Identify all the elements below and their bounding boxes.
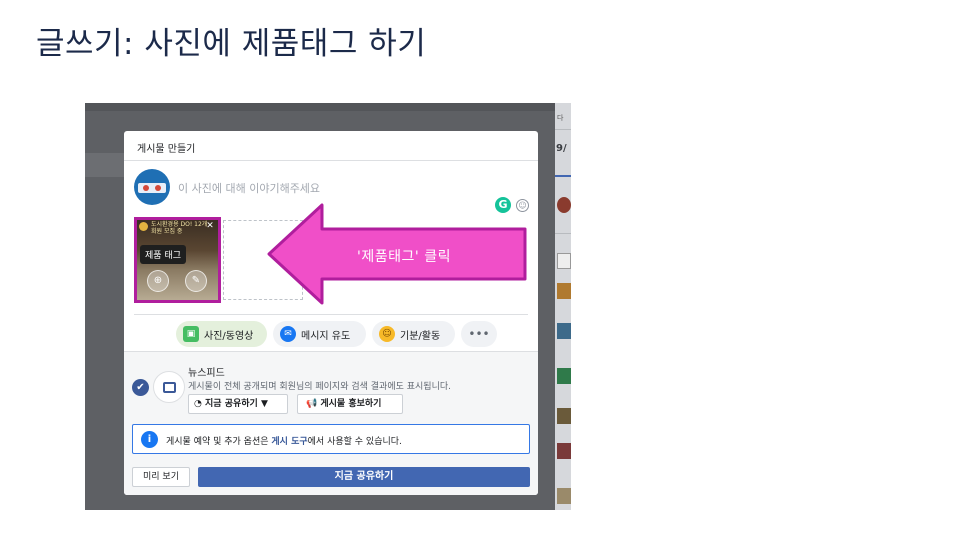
photo-highlight-box: 도시환경용 DO! 12개 회원 모집 중 ✕ 제품 태그 ⊕ ✎ [134, 217, 221, 303]
composer-input[interactable]: 이 사진에 대해 이야기해주세요 [178, 180, 320, 196]
message-prompt-label: 메시지 유도 [301, 330, 351, 342]
avatar-dot [143, 185, 149, 191]
info-text: 게시물 예약 및 추가 옵션은 게시 도구에서 사용할 수 있습니다. [166, 434, 402, 447]
info-text-after: 에서 사용할 수 있습니다. [307, 437, 402, 447]
photo-video-button[interactable]: ▣ 사진/동영상 [176, 321, 267, 347]
feeling-activity-button[interactable]: ☺ 기분/활동 [372, 321, 455, 347]
product-tag-tooltip: 제품 태그 [140, 245, 186, 264]
smiley-icon: ☺ [379, 326, 395, 342]
newsfeed-title: 뉴스피드 [188, 368, 225, 379]
messenger-icon: ✉ [280, 326, 296, 342]
photo-video-label: 사진/동영상 [204, 330, 254, 342]
info-icon: i [141, 431, 158, 448]
right-panel-thumb [557, 488, 571, 504]
right-panel-thumb [557, 408, 571, 424]
dialog-title: 게시물 만들기 [137, 144, 196, 155]
share-now-button[interactable]: 지금 공유하기 [198, 467, 530, 487]
slide-title: 글쓰기: 사진에 제품태그 하기 [36, 26, 427, 62]
edit-photo-button[interactable]: ✎ [185, 270, 207, 292]
photo-caption: 도시환경용 DO! 12개 회원 모집 중 [151, 221, 208, 235]
right-panel-divider [555, 129, 571, 130]
newsfeed-description: 게시물이 전체 공개되며 회원님의 페이지와 검색 결과에도 표시됩니다. [188, 382, 452, 392]
right-panel-divider [555, 233, 571, 234]
promote-post-button[interactable]: 📢 게시물 홍보하기 [297, 394, 403, 414]
newsfeed-icon [153, 371, 185, 403]
avatar [134, 169, 170, 205]
preview-button[interactable]: 미리 보기 [132, 467, 190, 487]
create-post-dialog: 게시물 만들기 이 사진에 대해 이야기해주세요 G ☺ 도시환경용 DO! 1… [124, 131, 538, 495]
message-prompt-button[interactable]: ✉ 메시지 유도 [273, 321, 366, 347]
background-right-panel: 다 9/ [555, 103, 571, 510]
photo-icon: ▣ [183, 326, 199, 342]
callout-text: '제품태그' 클릭 [357, 249, 451, 265]
product-tag-button[interactable]: ⊕ [147, 270, 169, 292]
attached-photo: 도시환경용 DO! 12개 회원 모집 중 ✕ 제품 태그 ⊕ ✎ [137, 220, 218, 300]
close-icon[interactable]: ✕ [205, 221, 215, 231]
right-panel-thumb [557, 323, 571, 339]
right-panel-thumb [557, 443, 571, 459]
right-panel-thumb [557, 368, 571, 384]
right-panel-search-icon[interactable] [557, 253, 571, 269]
photo-logo [139, 222, 148, 231]
feeling-activity-label: 기분/활동 [400, 330, 441, 342]
share-timing-label: 지금 공유하기 ▼ [205, 399, 268, 409]
right-panel-divider [555, 175, 571, 177]
info-text-before: 게시물 예약 및 추가 옵션은 [166, 437, 272, 447]
promote-post-label: 게시물 홍보하기 [320, 399, 382, 409]
background-topbar [85, 103, 555, 111]
right-panel-text: 9/ [556, 143, 567, 154]
avatar-dot [155, 185, 161, 191]
divider [134, 314, 528, 315]
publishing-tools-link[interactable]: 게시 도구 [271, 437, 307, 447]
background-left-panel [85, 153, 124, 177]
clock-icon: ◔ [194, 399, 202, 409]
right-panel-thumb [557, 283, 571, 299]
info-banner: i 게시물 예약 및 추가 옵션은 게시 도구에서 사용할 수 있습니다. [132, 424, 530, 454]
share-timing-dropdown[interactable]: ◔ 지금 공유하기 ▼ [188, 394, 288, 414]
newsfeed-checkbox[interactable]: ✔ [132, 379, 149, 396]
right-panel-text-small: 다 [557, 114, 564, 122]
dialog-header: 게시물 만들기 [124, 131, 538, 161]
megaphone-icon: 📢 [306, 399, 318, 409]
right-panel-thumb [557, 197, 571, 213]
screenshot-frame: 다 9/ 게시물 만들기 이 사진에 대해 이야기해주세요 G ☺ 도시환경용 … [85, 103, 571, 510]
more-options-button[interactable]: ••• [461, 321, 497, 347]
